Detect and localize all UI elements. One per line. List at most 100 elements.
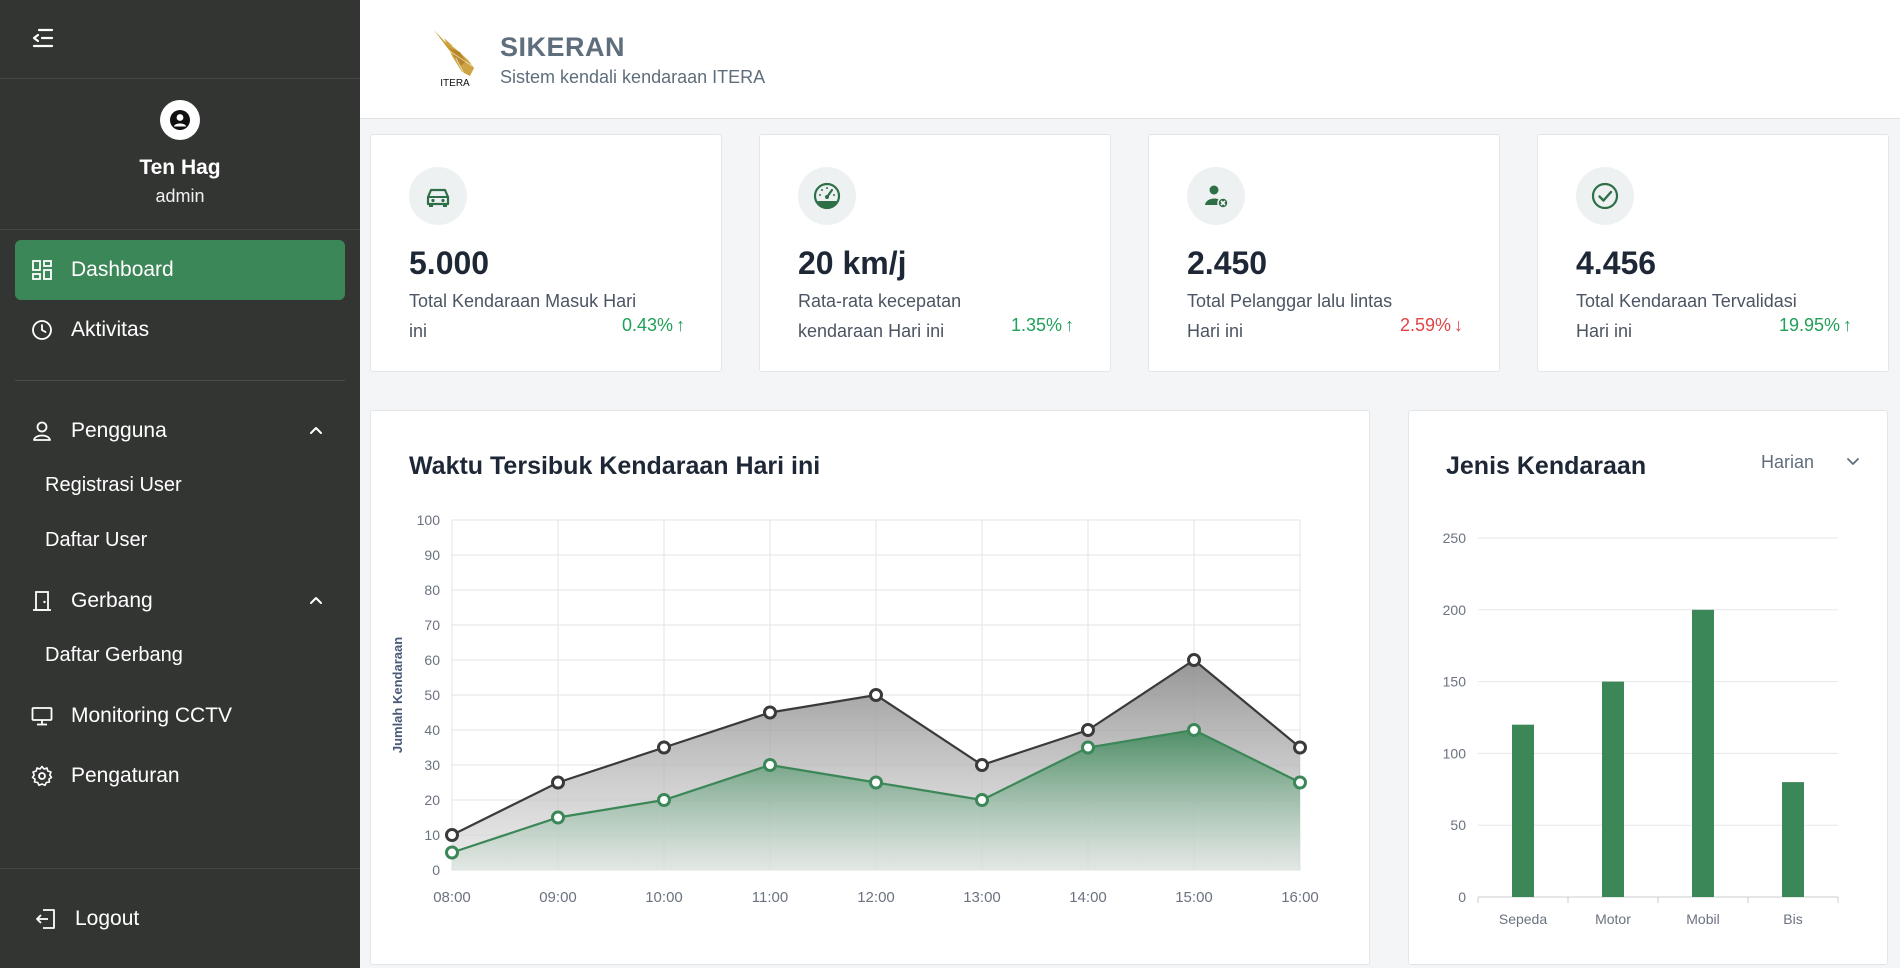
- logout-icon: [35, 908, 57, 930]
- y-tick-label: 100: [1443, 745, 1467, 761]
- sidebar-item-label: Pengguna: [71, 419, 167, 442]
- data-point: [1081, 723, 1095, 737]
- data-point: [1187, 653, 1201, 667]
- y-tick-label: 70: [424, 617, 440, 633]
- y-tick-label: 0: [432, 862, 440, 878]
- data-point: [551, 775, 565, 790]
- bar: [1512, 724, 1534, 897]
- top-header: ITERA SIKERAN Sistem kendali kendaraan I…: [360, 0, 1900, 119]
- chevron-up-icon: [309, 593, 323, 612]
- sidebar-divider: [15, 380, 345, 381]
- sidebar-item-gerbang[interactable]: Gerbang: [15, 571, 345, 631]
- sidebar-header: [0, 0, 360, 79]
- chevron-up-icon: [309, 423, 323, 442]
- data-point: [869, 688, 883, 702]
- y-tick-label: 60: [424, 652, 440, 668]
- stat-change-value: 0.43%: [621, 315, 673, 335]
- data-point: [975, 758, 989, 772]
- x-tick-label: 11:00: [752, 889, 788, 906]
- y-tick-label: 50: [1450, 817, 1466, 833]
- sidebar: Ten Hag admin Dashboard Aktivitas Penggu…: [0, 0, 360, 968]
- arrow-down-icon: ↓: [1454, 315, 1463, 335]
- data-point: [975, 793, 989, 807]
- data-point: [869, 775, 883, 790]
- period-dropdown-value: Harian: [1760, 452, 1814, 472]
- x-tick-label: 10:00: [645, 889, 683, 906]
- period-dropdown[interactable]: Harian: [1761, 452, 1860, 473]
- collapse-sidebar-icon[interactable]: [30, 26, 56, 50]
- stat-label: Total Kendaraan Masuk Hari ini: [409, 291, 637, 341]
- stat-value: 20 km/j: [798, 245, 907, 281]
- app-title: SIKERAN: [500, 32, 626, 62]
- user-profile: Ten Hag admin: [0, 79, 360, 230]
- x-tick-label: 12:00: [857, 889, 895, 906]
- itera-logo: ITERA: [430, 28, 480, 89]
- y-tick-label: 150: [1443, 674, 1467, 690]
- logout-label: Logout: [75, 907, 140, 930]
- user-violation-icon: [1187, 167, 1245, 225]
- sidebar-item-label: Aktivitas: [71, 318, 150, 341]
- y-tick-label: 20: [424, 792, 440, 808]
- x-tick-label: 14:00: [1069, 889, 1107, 906]
- bar: [1692, 609, 1714, 897]
- line-chart: 0 10 20 30 40 50 60 70 80 90 100 08:00 09:00 10:00 11:…: [390, 512, 1319, 906]
- y-tick-label: 250: [1443, 530, 1467, 546]
- gear-icon: [31, 765, 53, 787]
- x-tick-label: 09:00: [539, 889, 577, 906]
- data-point: [657, 793, 671, 807]
- sidebar-item-pengguna[interactable]: Pengguna: [15, 401, 345, 461]
- data-point: [1081, 740, 1095, 755]
- avatar[interactable]: [160, 100, 200, 140]
- sidebar-item-monitoring-cctv[interactable]: Monitoring CCTV: [15, 686, 345, 746]
- bar-chart-title: Jenis Kendaraan: [1446, 452, 1647, 480]
- stat-change: 19.95% ↑: [1779, 315, 1852, 336]
- y-tick-label: 90: [424, 547, 440, 563]
- x-tick-label: Sepeda: [1499, 911, 1547, 927]
- x-tick-label: Mobil: [1686, 911, 1719, 927]
- sidebar-footer: Logout: [0, 868, 360, 968]
- user-outline-icon: [31, 420, 53, 442]
- sidebar-item-label: Dashboard: [71, 258, 174, 281]
- data-point: [445, 828, 459, 842]
- data-point: [551, 810, 565, 825]
- stat-change-value: 2.59%: [1399, 315, 1451, 335]
- stat-label: Total Kendaraan Tervalidasi Hari ini: [1576, 291, 1797, 341]
- arrow-up-icon: ↑: [676, 315, 685, 335]
- data-point: [1293, 775, 1307, 790]
- data-point: [657, 740, 671, 755]
- arrow-up-icon: ↑: [1843, 315, 1852, 335]
- y-tick-label: 200: [1443, 602, 1467, 618]
- bar-chart: 0 50 100 150 200 250 Sepeda Motor Mobil Bis: [1443, 530, 1839, 927]
- data-point: [763, 758, 777, 772]
- user-role: admin: [155, 186, 205, 206]
- y-tick-label: 80: [424, 582, 440, 598]
- sidebar-subitem-registrasi-user[interactable]: Registrasi User: [45, 474, 182, 497]
- clock-icon: [31, 319, 53, 341]
- stat-value: 4.456: [1576, 245, 1657, 281]
- sidebar-item-dashboard[interactable]: Dashboard: [15, 240, 345, 300]
- x-tick-label: 13:00: [963, 889, 1001, 906]
- chevron-down-icon: [1846, 452, 1860, 473]
- y-tick-label: 50: [424, 687, 440, 703]
- stat-label: Rata-rata kecepatan kendaraan Hari ini: [798, 291, 962, 341]
- y-tick-label: 100: [417, 512, 441, 528]
- logout-button[interactable]: Logout: [15, 889, 345, 949]
- dashboard-icon: [31, 259, 53, 281]
- stat-change-value: 19.95%: [1778, 315, 1840, 335]
- data-point: [1187, 723, 1201, 737]
- sidebar-item-pengaturan[interactable]: Pengaturan: [15, 746, 345, 806]
- app-subtitle: Sistem kendali kendaraan ITERA: [500, 67, 766, 87]
- sidebar-subitem-daftar-user[interactable]: Daftar User: [45, 529, 147, 552]
- stat-card-pelanggar: 2.450 Total Pelanggar lalu lintas Hari i…: [1148, 134, 1500, 372]
- user-name: Ten Hag: [139, 156, 221, 179]
- sidebar-item-aktivitas[interactable]: Aktivitas: [15, 300, 345, 360]
- x-tick-label: 08:00: [433, 889, 471, 906]
- sidebar-item-label: Monitoring CCTV: [71, 704, 233, 727]
- bar: [1602, 681, 1624, 897]
- stat-card-kecepatan: 20 km/j Rata-rata kecepatan kendaraan Ha…: [759, 134, 1111, 372]
- logo-text: ITERA: [440, 78, 470, 88]
- x-tick-label: Bis: [1783, 911, 1802, 927]
- check-circle-icon: [1576, 167, 1634, 225]
- sidebar-subitem-daftar-gerbang[interactable]: Daftar Gerbang: [45, 644, 183, 667]
- stat-value: 2.450: [1187, 245, 1268, 281]
